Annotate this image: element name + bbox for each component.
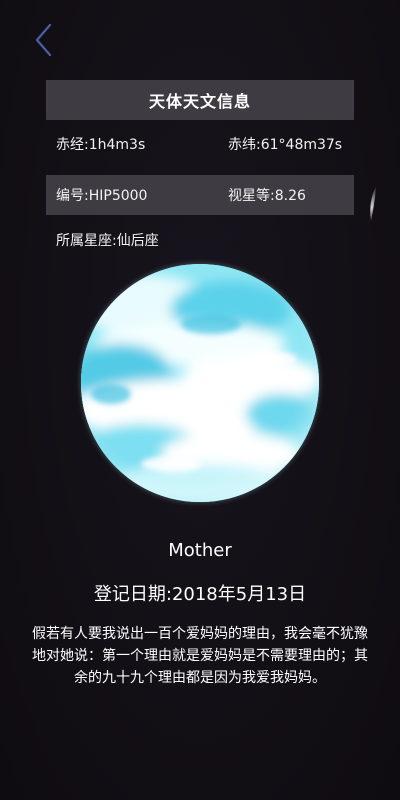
star-name: Mother [168, 540, 232, 561]
back-button[interactable] [30, 22, 60, 58]
chevron-left-icon [35, 23, 52, 57]
catalog-row: 编号:HIP5000 视星等:8.26 [46, 175, 354, 215]
declination: 赤纬:61°48m37s [228, 137, 343, 153]
catalog-id: 编号:HIP5000 [56, 188, 148, 204]
constellation: 所属星座:仙后座 [56, 233, 159, 249]
constellation-row: 所属星座:仙后座 [46, 220, 354, 260]
right-ascension: 赤经:1h4m3s [56, 137, 146, 153]
registration-date: 登记日期:2018年5月13日 [93, 584, 307, 605]
star-planet-image[interactable] [81, 264, 319, 502]
info-panel-title: 天体天文信息 [46, 80, 354, 120]
star-detail-screen: 天体天文信息 赤经:1h4m3s 赤纬:61°48m37s 编号:HIP5000… [0, 0, 400, 800]
coordinates-row: 赤经:1h4m3s 赤纬:61°48m37s [46, 124, 354, 164]
comet-decoration [370, 187, 376, 221]
dedication-message: 假若有人要我说出一百个爱妈妈的理由，我会毫不犹豫地对她说：第一个理由就是爱妈妈是… [32, 626, 368, 686]
planet-texture [81, 264, 319, 502]
apparent-magnitude: 视星等:8.26 [228, 188, 306, 204]
